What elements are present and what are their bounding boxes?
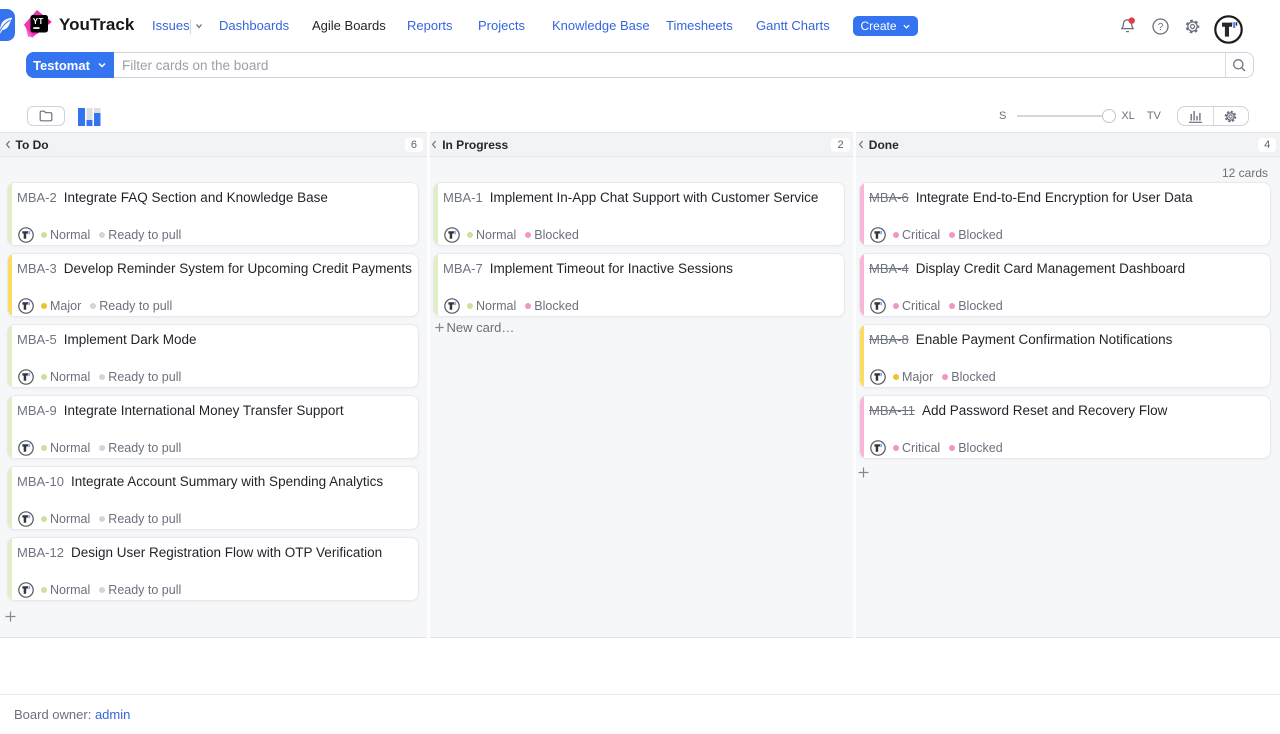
svg-text:YT: YT (33, 17, 44, 26)
svg-text:?: ? (1158, 22, 1164, 33)
